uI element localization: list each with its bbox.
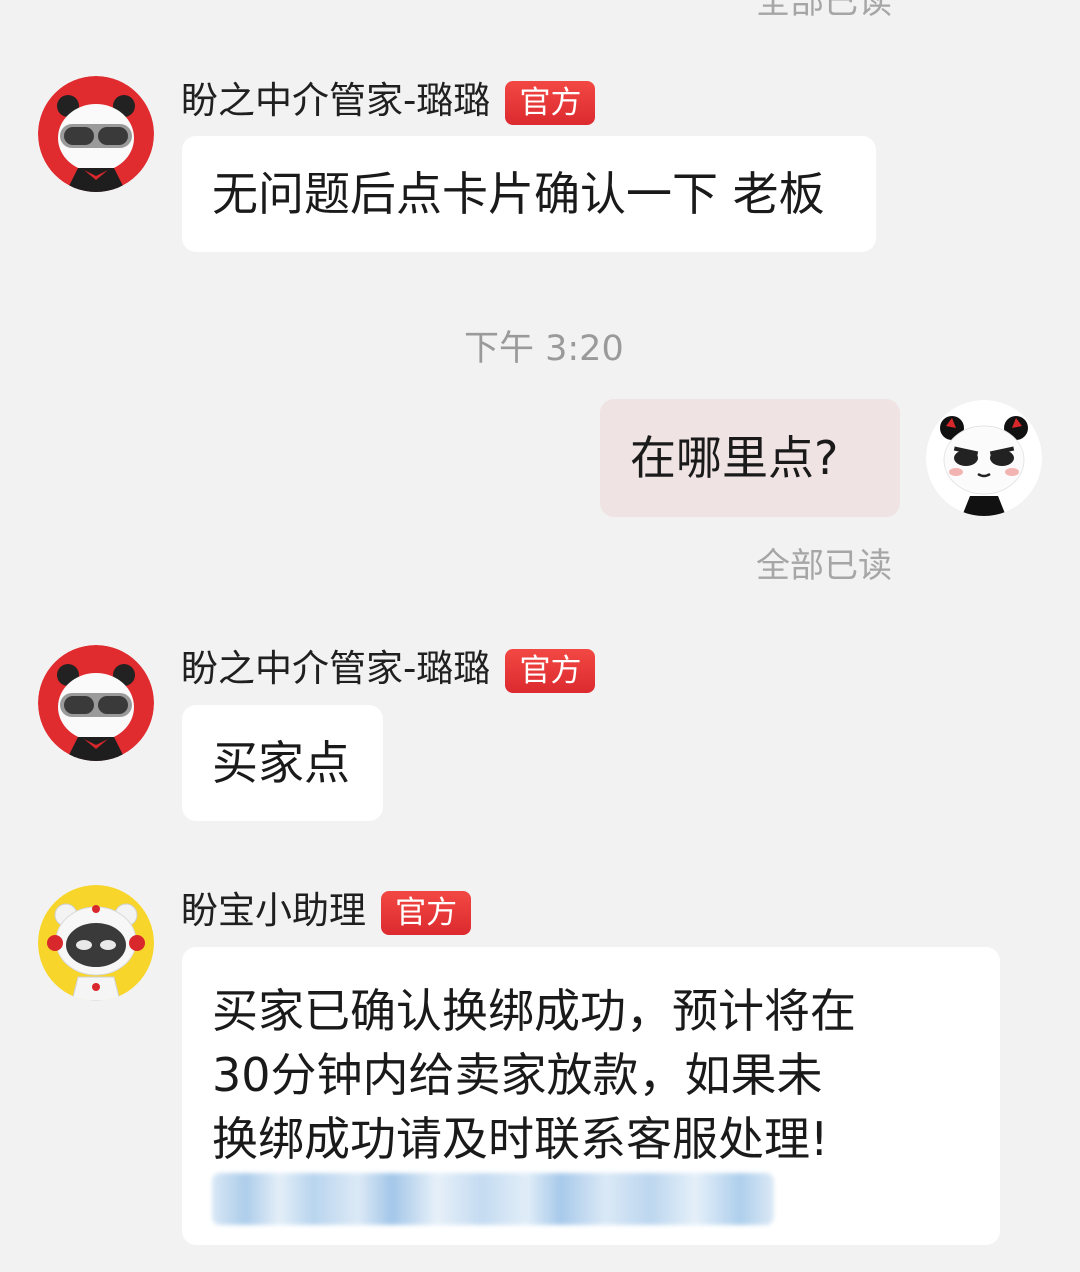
agent-avatar-icon[interactable]: [38, 76, 154, 192]
message-bubble[interactable]: 无问题后点卡片确认一下 老板: [182, 136, 876, 252]
sender-name: 盼之中介管家-璐璐: [181, 79, 491, 122]
sender-name: 盼宝小助理: [181, 889, 366, 932]
assistant-avatar-icon[interactable]: [38, 885, 154, 1001]
blurred-link[interactable]: [212, 1173, 774, 1225]
time-divider: 下午 3:20: [464, 329, 624, 369]
message-text: 在哪里点?: [630, 431, 839, 485]
my-avatar-icon[interactable]: [926, 400, 1042, 516]
sender-name: 盼之中介管家-璐璐: [181, 647, 491, 690]
message-bubble[interactable]: 买家已确认换绑成功，预计将在 30分钟内给卖家放款，如果未 换绑成功请及时联系客…: [182, 947, 1000, 1245]
message-text: 无问题后点卡片确认一下 老板: [212, 167, 825, 221]
sender-header: 盼之中介管家-璐璐 官方: [181, 647, 596, 693]
message-line: 换绑成功请及时联系客服处理!: [212, 1112, 829, 1166]
message-bubble[interactable]: 买家点: [182, 705, 383, 821]
sender-header: 盼宝小助理 官方: [181, 889, 472, 935]
my-message-bubble[interactable]: 在哪里点?: [600, 399, 900, 517]
message-line: 买家已确认换绑成功，预计将在: [212, 984, 856, 1038]
message-line: 30分钟内给卖家放款，如果未: [212, 1048, 823, 1102]
official-badge: 官方: [381, 891, 472, 935]
official-badge: 官方: [505, 649, 596, 693]
official-badge: 官方: [505, 81, 596, 125]
sender-header: 盼之中介管家-璐璐 官方: [181, 79, 596, 125]
agent-avatar-icon[interactable]: [38, 645, 154, 761]
read-status: 全部已读: [756, 546, 892, 586]
message-text: 买家点: [212, 736, 350, 790]
read-status-top: 全部已读: [756, 0, 892, 22]
